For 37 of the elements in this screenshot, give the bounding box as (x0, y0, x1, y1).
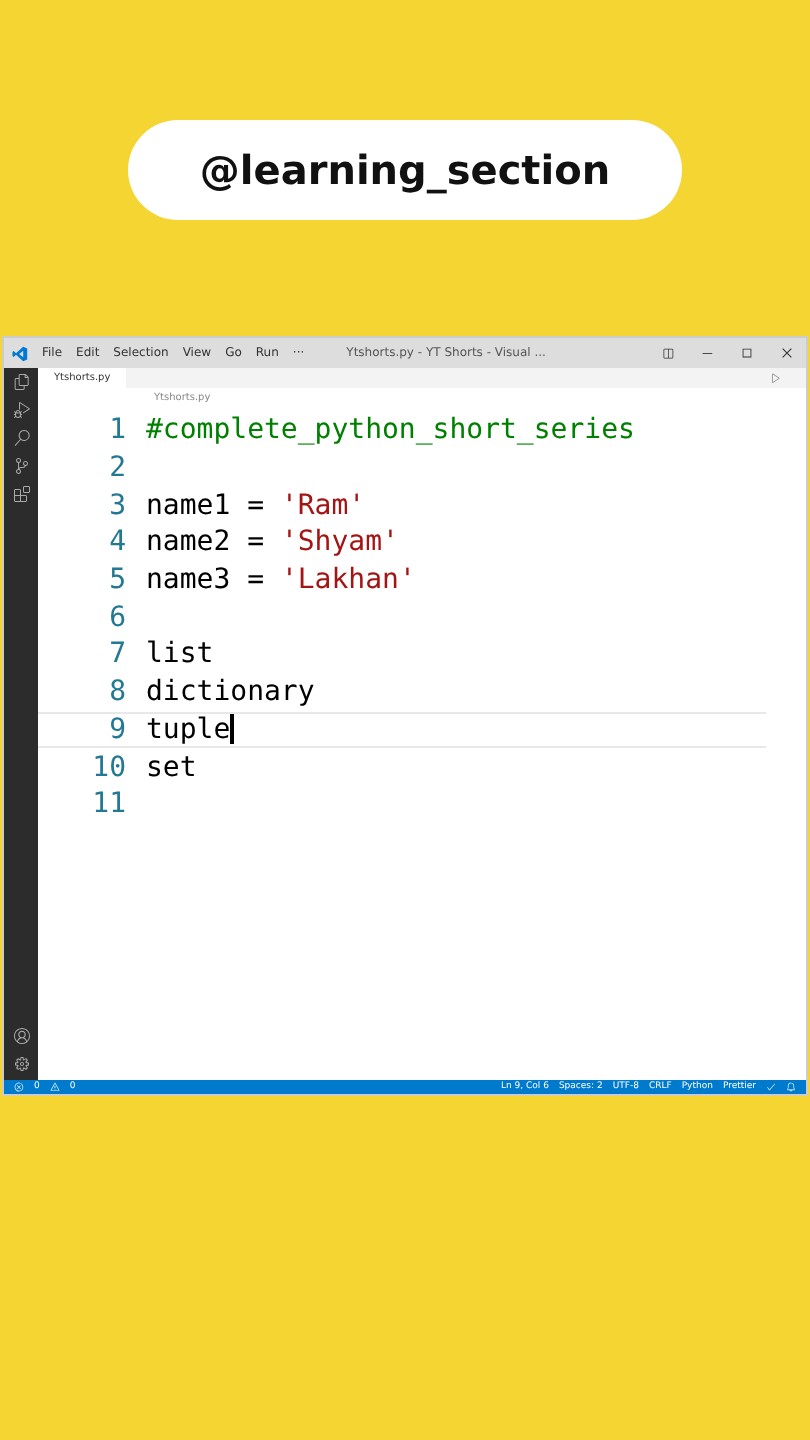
text-cursor (230, 714, 235, 745)
settings-icon[interactable] (13, 1056, 29, 1072)
code-token: set (146, 751, 197, 784)
line-number: 7 (107, 638, 128, 671)
check-icon (766, 1082, 776, 1092)
code-token: list (146, 638, 214, 671)
code-token: #complete_python_short_series (146, 414, 635, 447)
line-number: 3 (107, 489, 128, 522)
code-token: tuple (146, 713, 231, 746)
line-number: 4 (107, 526, 128, 559)
code-token: 'Lakhan' (280, 564, 416, 597)
bell-icon[interactable] (786, 1082, 796, 1092)
line-number: 9 (107, 713, 128, 746)
branch-icon[interactable] (13, 458, 29, 474)
line-number: 5 (107, 564, 128, 597)
code-token: name1 = (146, 489, 267, 522)
app-logo-icon (12, 345, 28, 361)
code-token: name2 = (146, 526, 267, 559)
maximize-icon[interactable] (740, 346, 754, 360)
code-token: 'Shyam' (280, 526, 399, 559)
line-number: 8 (107, 676, 128, 709)
line-number: 6 (107, 601, 128, 634)
search-icon[interactable] (13, 430, 29, 446)
close-icon[interactable] (780, 346, 794, 360)
layout-icon[interactable] (662, 347, 674, 359)
line-number: 10 (90, 751, 128, 784)
line-number: 1 (107, 414, 128, 447)
code-token: dictionary (146, 676, 315, 709)
line-number: 11 (90, 788, 128, 821)
files-icon[interactable] (13, 374, 29, 390)
debug-icon[interactable] (13, 402, 29, 418)
line-number: 2 (107, 452, 128, 485)
code-token: name3 = (146, 564, 267, 597)
channel-badge: @learning_section (128, 120, 682, 220)
account-icon[interactable] (13, 1028, 29, 1044)
code-token: 'Ram' (280, 489, 366, 522)
extensions-icon[interactable] (13, 486, 29, 502)
